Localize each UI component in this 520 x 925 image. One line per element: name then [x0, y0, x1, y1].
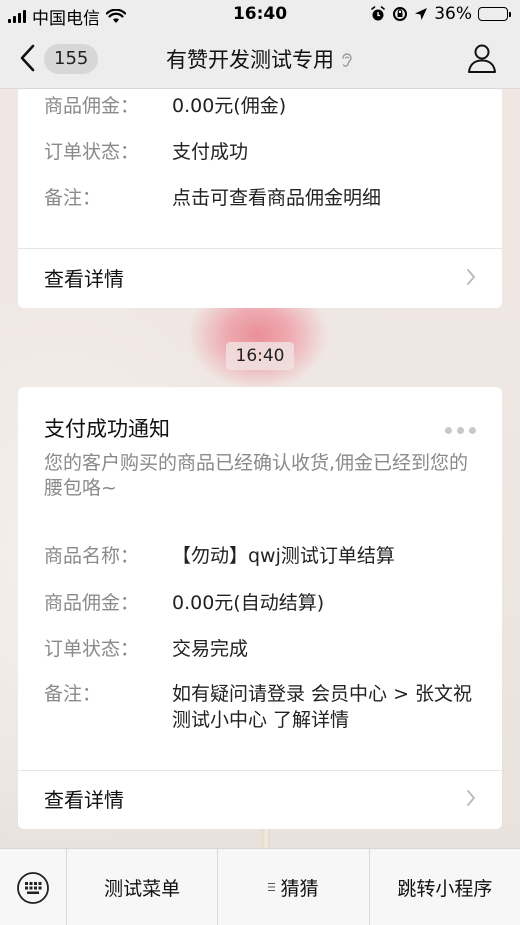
profile-icon[interactable] — [466, 42, 498, 74]
field-value: 如有疑问请登录 会员中心 > 张文祝测试小中心 了解详情 — [172, 683, 473, 731]
location-icon — [415, 8, 428, 20]
menu-item-label: 猜猜 — [280, 878, 319, 900]
status-bar: 中国电信 16:40 36% — [0, 0, 520, 29]
menu-item-label: 跳转小程序 — [397, 878, 493, 900]
battery-percent: 36% — [434, 4, 472, 24]
earpiece-mode-icon — [342, 53, 352, 67]
view-details-link[interactable]: 查看详情 — [44, 784, 124, 813]
navigation-bar: 155 有赞开发测试专用 — [0, 28, 520, 89]
card-title: 支付成功通知 — [44, 417, 170, 441]
card-description: 您的客户购买的商品已经确认收货,佣金已经到您的腰包咯~ — [44, 452, 469, 499]
template-message-card[interactable]: 支付成功通知 您的客户购买的商品已经确认收货,佣金已经到您的腰包咯~ 商品名称：… — [18, 387, 502, 829]
template-message-card: 商品佣金： 0.00元(佣金) 订单状态： 支付成功 备注： 点击可查看商品佣金… — [18, 89, 502, 308]
alarm-icon — [371, 6, 386, 21]
chat-title: 有赞开发测试专用 — [0, 44, 520, 74]
field-label: 备注： — [44, 187, 102, 209]
status-right: 36% — [370, 4, 511, 24]
keyboard-toggle-button[interactable] — [0, 849, 67, 925]
battery-icon — [478, 7, 511, 21]
chevron-right-icon — [467, 269, 475, 285]
view-details-link[interactable]: 查看详情 — [44, 263, 124, 292]
message-timestamp: 16:40 — [226, 342, 294, 370]
field-value: 支付成功 — [172, 141, 249, 163]
field-label: 商品名称： — [44, 545, 140, 567]
more-options-icon[interactable] — [445, 427, 476, 434]
field-label: 订单状态： — [44, 638, 140, 660]
divider — [18, 770, 502, 771]
field-label: 订单状态： — [44, 141, 140, 163]
field-label: 备注： — [44, 683, 102, 705]
chevron-right-icon — [467, 790, 475, 806]
menu-item-label: 测试菜单 — [104, 878, 181, 900]
field-value: 0.00元(自动结算) — [172, 592, 325, 614]
field-value: 点击可查看商品佣金明细 — [172, 187, 382, 209]
field-value: 交易完成 — [172, 638, 249, 660]
field-label: 商品佣金： — [44, 592, 140, 614]
menu-item-open-mini-program[interactable]: 跳转小程序 — [370, 849, 520, 925]
rotation-lock-icon — [393, 7, 408, 21]
custom-menu-bar: 测试菜单 猜猜 跳转小程序 — [0, 848, 520, 925]
menu-item-test-menu[interactable]: 测试菜单 — [67, 849, 219, 925]
submenu-icon — [268, 882, 276, 891]
field-value: 0.00元(佣金) — [172, 95, 287, 117]
field-label: 商品佣金： — [44, 95, 140, 117]
keyboard-icon — [17, 871, 49, 904]
menu-item-guess[interactable]: 猜猜 — [218, 849, 370, 925]
field-value: 【勿动】qwj测试订单结算 — [172, 545, 395, 567]
divider — [18, 248, 502, 249]
chat-title-text: 有赞开发测试专用 — [166, 48, 334, 72]
